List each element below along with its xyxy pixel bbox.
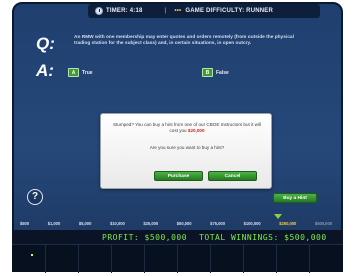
status-bar: TIMER: 4:18 | ••• GAME DIFFICULTY: RUNNE…	[88, 4, 320, 18]
prize-ladder-item: $250,000	[279, 221, 297, 226]
grid-divider	[276, 245, 277, 273]
question-label: Q:	[36, 34, 55, 53]
prize-ladder-item: $5,000	[78, 221, 92, 226]
help-icon[interactable]: ?	[27, 189, 43, 205]
grid-divider	[111, 245, 112, 273]
purchase-button[interactable]: Purchase	[154, 171, 203, 181]
grid-divider	[210, 245, 211, 273]
question-text: An RMW with one membership may enter quo…	[74, 35, 294, 46]
prize-ladder-item: $25,000	[143, 221, 159, 226]
grid-divider	[309, 245, 310, 273]
grid-divider	[45, 245, 46, 273]
buy-hint-dialog: Stumped? You can buy a hint from one of …	[100, 113, 272, 189]
hint-cost: $20,000	[187, 128, 205, 133]
answer-true-label: True	[82, 69, 93, 76]
prize-ladder-item: $75,000	[210, 221, 225, 226]
answer-label: A:	[36, 61, 54, 80]
prize-ladder-item: $100,000	[243, 221, 261, 226]
prize-ladder: $500 $1,000 $5,000 $10,000 $25,000 $50,000 $75…	[20, 219, 332, 228]
timer: TIMER: 4:18	[106, 8, 143, 14]
total-winnings-readout: TOTAL WINNINGS: $500,000	[199, 232, 327, 242]
answer-false-label: False	[216, 69, 229, 76]
profit-readout: PROFIT: $500,000	[102, 232, 188, 242]
prize-ladder-item: $500,000	[314, 221, 332, 226]
answer-key-b[interactable]: B	[202, 68, 213, 77]
answer-false-option[interactable]: B False	[202, 68, 229, 77]
status-separator: |	[164, 8, 167, 14]
cancel-button[interactable]: Cancel	[208, 171, 257, 181]
clock-icon	[95, 7, 103, 15]
dialog-message: Stumped? You can buy a hint from one of …	[109, 122, 265, 134]
grid-divider	[78, 245, 79, 273]
prize-ladder-item: $500	[20, 221, 30, 226]
prize-ladder-item: $50,000	[176, 221, 192, 226]
progress-dot-icon	[31, 254, 33, 256]
grid-divider	[243, 245, 244, 273]
grid-divider	[177, 245, 178, 273]
progress-grid	[12, 244, 343, 273]
prize-ladder-item: $10,000	[109, 221, 125, 226]
score-bar: PROFIT: $500,000 TOTAL WINNINGS: $500,00…	[12, 230, 343, 244]
difficulty-dots: •••	[174, 8, 182, 14]
game-difficulty: GAME DIFFICULTY: RUNNER	[185, 8, 274, 14]
buy-hint-button[interactable]: Buy a Hint	[273, 193, 317, 203]
prize-ladder-item: $1,000	[47, 221, 61, 226]
answer-key-a[interactable]: A	[68, 68, 79, 77]
grid-divider	[144, 245, 145, 273]
answer-true-option[interactable]: A True	[68, 68, 93, 77]
dialog-confirm-text: Are you sure you want to buy a hint?	[149, 145, 225, 150]
